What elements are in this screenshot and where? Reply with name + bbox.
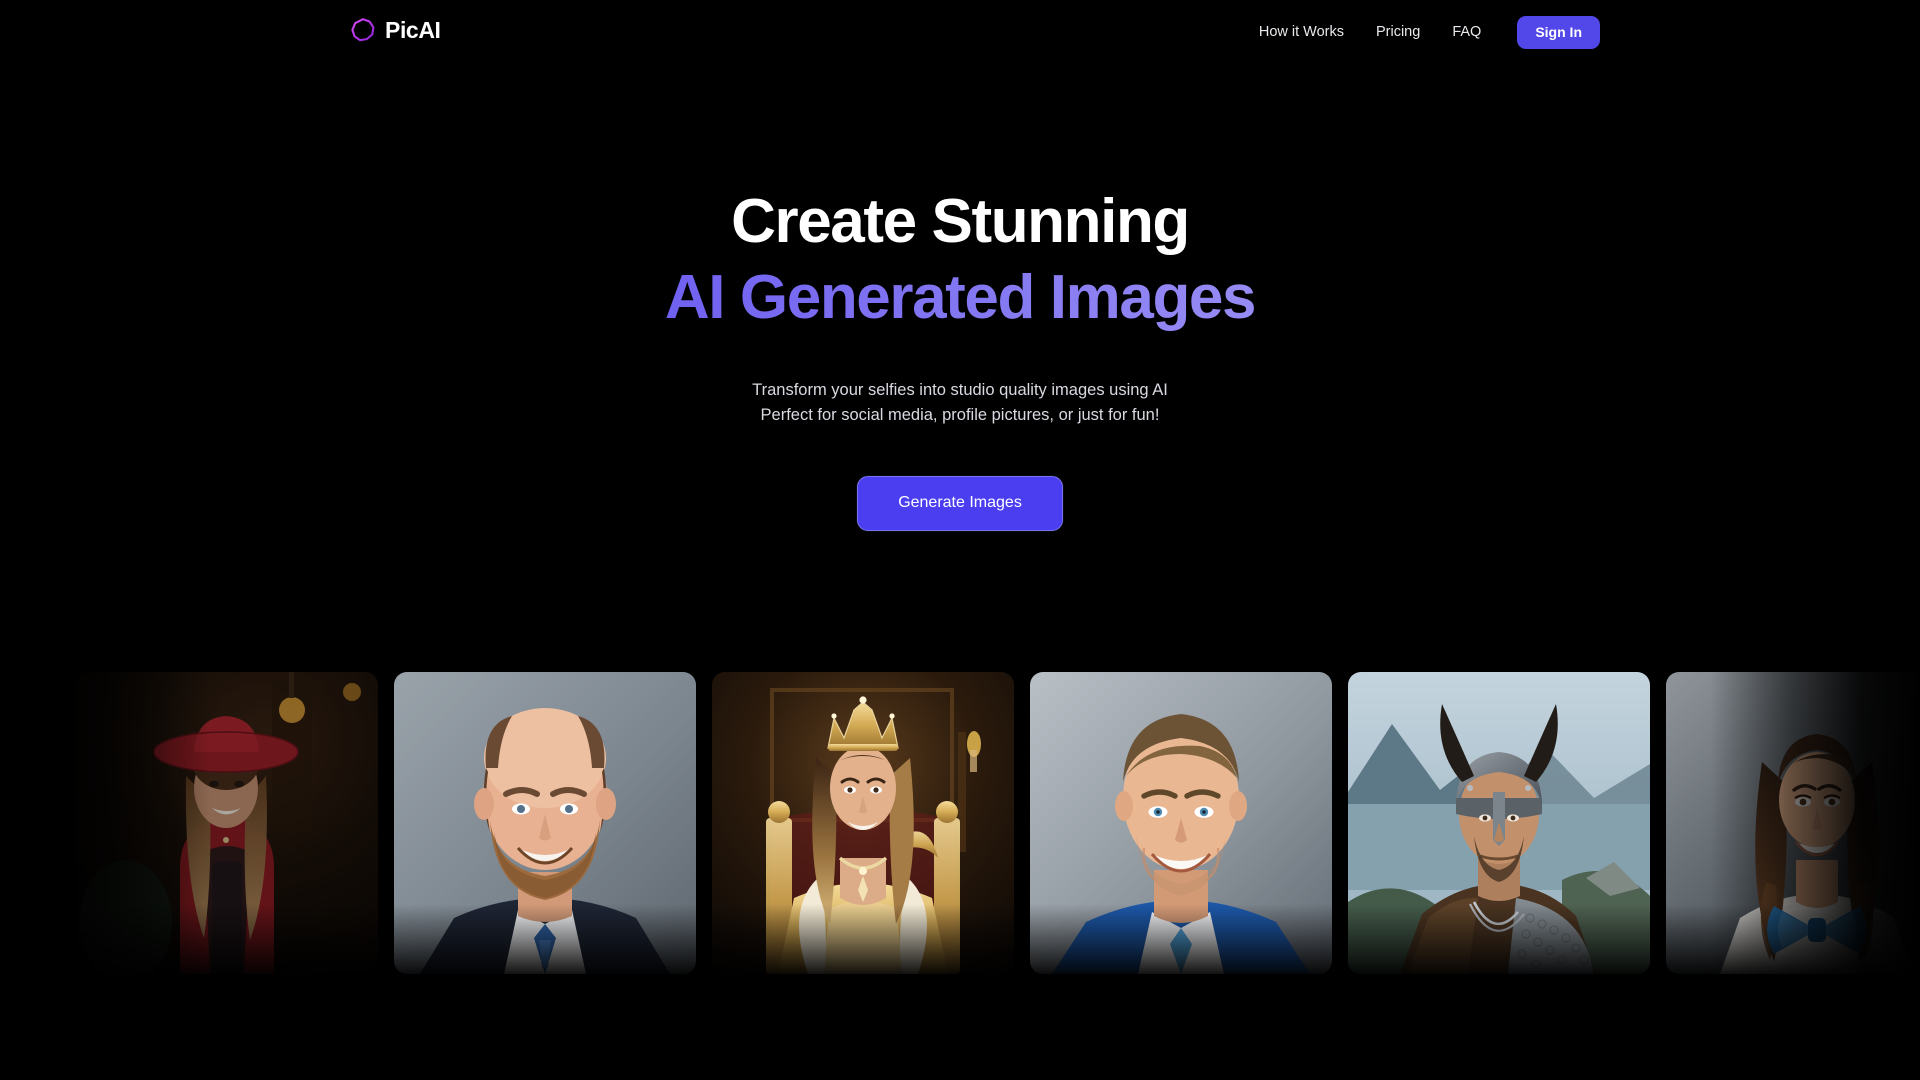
gallery-item[interactable] [1348,672,1650,974]
gallery-image-3 [712,672,1014,974]
brand-name: PicAI [385,16,441,43]
gallery-item[interactable] [1666,672,1920,974]
main-nav: How it Works Pricing FAQ Sign In [1243,16,1600,49]
gallery-image-4 [1030,672,1332,974]
site-header: PicAI How it Works Pricing FAQ Sign In [0,0,1920,68]
nav-link-how-it-works[interactable]: How it Works [1243,17,1360,48]
page-title: Create Stunning AI Generated Images [0,186,1920,334]
hero-cta-wrap: Generate Images [0,475,1920,531]
gallery-item[interactable] [76,672,378,974]
gallery-item[interactable] [1030,672,1332,974]
hero-subtitle: Transform your selfies into studio quali… [0,378,1920,429]
sign-in-button[interactable]: Sign In [1517,16,1600,49]
gallery-image-6 [1666,672,1920,974]
nav-link-faq[interactable]: FAQ [1436,17,1497,48]
gallery-image-5 [1348,672,1650,974]
hero-subtitle-line-2: Perfect for social media, profile pictur… [760,406,1160,425]
octagon-outline-icon [350,17,376,43]
nav-link-pricing[interactable]: Pricing [1360,17,1436,48]
hero-title-line-2: AI Generated Images [0,262,1920,334]
landing-page: PicAI How it Works Pricing FAQ Sign In C… [0,0,1920,1080]
hero-subtitle-line-1: Transform your selfies into studio quali… [752,380,1168,399]
brand-logo[interactable]: PicAI [350,17,441,43]
gallery-item[interactable] [394,672,696,974]
gallery-item[interactable] [712,672,1014,974]
hero-section: Create Stunning AI Generated Images Tran… [0,0,1920,531]
gallery-track[interactable] [0,672,1920,992]
gallery-image-1 [76,672,378,974]
generate-images-button[interactable]: Generate Images [857,475,1063,531]
gallery-image-2 [394,672,696,974]
sample-gallery [0,672,1920,992]
hero-title-line-1: Create Stunning [731,187,1190,256]
